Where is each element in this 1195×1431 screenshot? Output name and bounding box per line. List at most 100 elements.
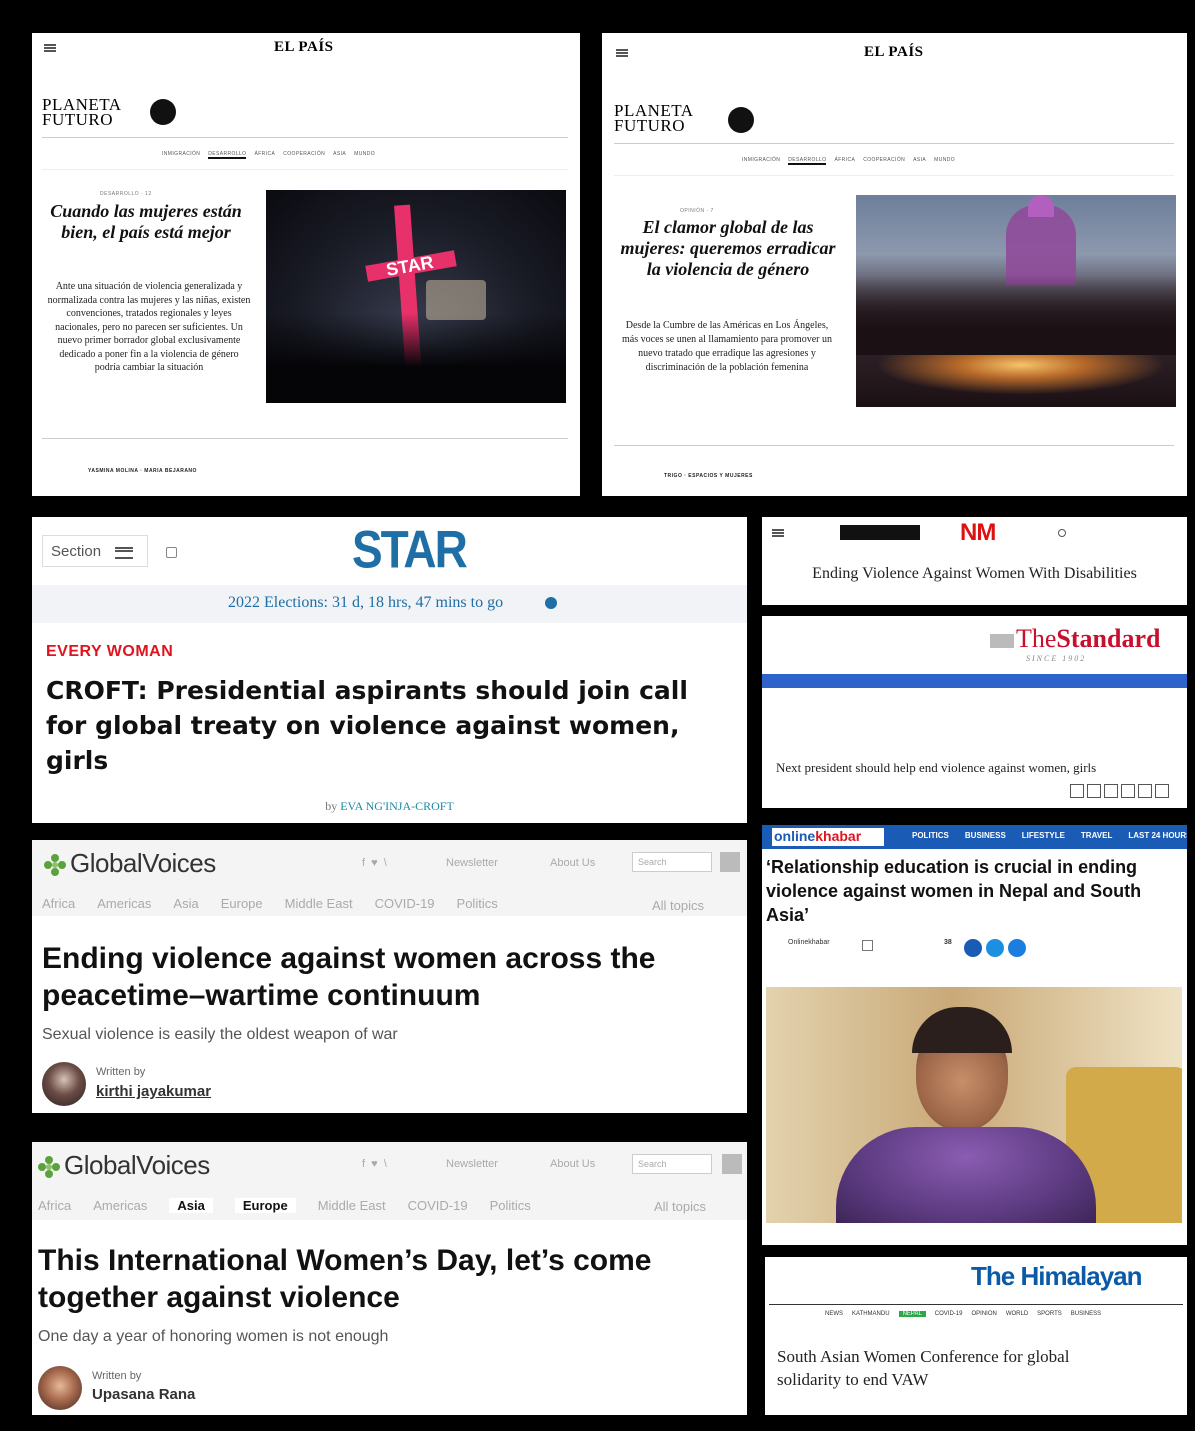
social-icons[interactable]: f ♥ \ xyxy=(362,1158,387,1170)
nav-item[interactable]: POLITICS xyxy=(912,831,949,840)
section-logo[interactable]: PLANETA FUTURO xyxy=(42,96,122,128)
globalvoices-logo[interactable]: GlobalVoices xyxy=(42,848,216,879)
nav-item-active[interactable]: NEPAL xyxy=(898,1311,926,1317)
nav-item[interactable]: COVID-19 xyxy=(935,1311,963,1317)
nav-item[interactable]: Americas xyxy=(93,1198,147,1213)
avatar[interactable] xyxy=(42,1062,86,1106)
menu-icon[interactable] xyxy=(616,49,628,57)
nav-item[interactable]: LAST 24 HOURS xyxy=(1128,831,1187,840)
standard-logo[interactable]: TheStandard xyxy=(990,624,1160,654)
share-icon[interactable] xyxy=(1104,784,1118,798)
nav-item[interactable]: Politics xyxy=(490,1198,531,1213)
headline[interactable]: Ending violence against women across the… xyxy=(42,940,722,1014)
nav-item[interactable]: Europe xyxy=(221,896,263,911)
nav-item[interactable]: MUNDO xyxy=(354,151,375,159)
menu-icon[interactable] xyxy=(772,529,784,537)
share-icon[interactable] xyxy=(1121,784,1135,798)
footer-tag[interactable]: TRIGO · ESPACIOS Y MUJERES xyxy=(664,473,753,479)
nav-item[interactable]: LIFESTYLE xyxy=(1022,831,1065,840)
nav-item[interactable]: COVID-19 xyxy=(375,896,435,911)
region-nav[interactable]: Africa Americas Asia Europe Middle East … xyxy=(38,1198,531,1213)
nav-item[interactable]: OPINION xyxy=(971,1311,996,1317)
search-icon[interactable] xyxy=(166,547,177,558)
all-topics-menu[interactable]: All topics xyxy=(652,898,704,913)
nav-item[interactable]: INMIGRACIÓN xyxy=(162,151,200,159)
nav-item[interactable]: Americas xyxy=(97,896,151,911)
byline-author[interactable]: EVA NG'INJA-CROFT xyxy=(340,799,454,813)
nav-item[interactable]: TRAVEL xyxy=(1081,831,1112,840)
section-nav[interactable]: INMIGRACIÓN DESARROLLO ÁFRICA COOPERACIÓ… xyxy=(742,157,955,165)
twitter-icon[interactable] xyxy=(986,939,1004,957)
nav-item[interactable]: Africa xyxy=(38,1198,71,1213)
headline[interactable]: El clamor global de las mujeres: queremo… xyxy=(616,217,840,280)
nav-item[interactable]: ASIA xyxy=(333,151,346,159)
nav-item[interactable]: Middle East xyxy=(318,1198,386,1213)
nav-item[interactable]: Asia xyxy=(173,896,198,911)
section-nav[interactable]: NEWS KATHMANDU NEPAL COVID-19 OPINION WO… xyxy=(825,1311,1101,1317)
section-button[interactable]: Section xyxy=(42,535,148,567)
nav-item[interactable]: KATHMANDU xyxy=(852,1311,890,1317)
messenger-icon[interactable] xyxy=(1008,939,1026,957)
section-logo[interactable]: PLANETA FUTURO xyxy=(614,102,694,134)
nav-item-active[interactable]: Europe xyxy=(234,1198,296,1213)
facebook-icon[interactable] xyxy=(964,939,982,957)
source-label[interactable]: Onlinekhabar xyxy=(788,939,830,946)
search-input[interactable]: Search xyxy=(632,852,712,872)
menu-icon[interactable] xyxy=(44,44,56,52)
nav-item[interactable]: ÁFRICA xyxy=(834,157,855,165)
social-icons[interactable]: f ♥ \ xyxy=(362,857,387,869)
nav-item[interactable]: Politics xyxy=(457,896,498,911)
headline[interactable]: This International Women’s Day, let’s co… xyxy=(38,1242,728,1316)
brand-logo[interactable]: EL PAÍS xyxy=(864,44,924,61)
nav-item[interactable]: COOPERACIÓN xyxy=(283,151,325,159)
search-input[interactable]: Search xyxy=(632,1154,712,1174)
onlinekhabar-logo[interactable]: onlinekhabar xyxy=(772,828,884,846)
subscribe-button[interactable] xyxy=(840,525,920,540)
nav-item[interactable]: BUSINESS xyxy=(965,831,1006,840)
search-icon[interactable] xyxy=(720,852,740,872)
headline[interactable]: CROFT: Presidential aspirants should joi… xyxy=(46,673,726,778)
headline[interactable]: Ending Violence Against Women With Disab… xyxy=(762,565,1187,583)
headline[interactable]: Cuando las mujeres están bien, el país e… xyxy=(46,201,246,243)
kicker[interactable]: EVERY WOMAN xyxy=(46,643,173,661)
himalayan-logo[interactable]: The Himalayan xyxy=(971,1261,1143,1292)
author-link[interactable]: kirthi jayakumar xyxy=(96,1083,211,1100)
about-menu[interactable]: About Us xyxy=(550,1158,595,1170)
election-bar[interactable]: 2022 Elections: 31 d, 18 hrs, 47 mins to… xyxy=(32,585,747,623)
nav-item[interactable]: COOPERACIÓN xyxy=(863,157,905,165)
globalvoices-logo[interactable]: GlobalVoices xyxy=(36,1150,210,1181)
nav-item[interactable]: DESARROLLO xyxy=(788,157,827,165)
section-nav[interactable]: INMIGRACIÓN DESARROLLO ÁFRICA COOPERACIÓ… xyxy=(162,151,375,159)
nav-item[interactable]: NEWS xyxy=(825,1311,843,1317)
author-link[interactable]: Upasana Rana xyxy=(92,1386,195,1403)
nav-item[interactable]: SPORTS xyxy=(1037,1311,1062,1317)
search-icon[interactable] xyxy=(722,1154,742,1174)
article-photo[interactable] xyxy=(766,987,1182,1223)
share-icons[interactable] xyxy=(964,939,1026,957)
article-photo[interactable] xyxy=(856,195,1176,407)
region-nav[interactable]: Africa Americas Asia Europe Middle East … xyxy=(42,896,498,911)
brand-logo[interactable]: EL PAÍS xyxy=(274,39,334,56)
nav-item[interactable]: Middle East xyxy=(285,896,353,911)
nav-item[interactable]: WORLD xyxy=(1006,1311,1028,1317)
nav-item[interactable]: COVID-19 xyxy=(408,1198,468,1213)
nav-item[interactable]: MUNDO xyxy=(934,157,955,165)
newsletter-menu[interactable]: Newsletter xyxy=(446,1158,498,1170)
star-logo[interactable]: STAR xyxy=(352,518,468,580)
nav-item[interactable]: INMIGRACIÓN xyxy=(742,157,780,165)
nm-logo[interactable]: NM xyxy=(960,519,996,547)
nav-item[interactable]: BUSINESS xyxy=(1071,1311,1101,1317)
avatar[interactable] xyxy=(38,1366,82,1410)
share-icon[interactable] xyxy=(1087,784,1101,798)
nav-item[interactable]: Africa xyxy=(42,896,75,911)
authors[interactable]: YASMINA MOLINA · MARIA BEJARANO xyxy=(88,468,197,474)
headline[interactable]: ‘Relationship education is crucial in en… xyxy=(766,855,1176,927)
nav-item[interactable]: DESARROLLO xyxy=(208,151,247,159)
section-nav[interactable]: POLITICS BUSINESS LIFESTYLE TRAVEL LAST … xyxy=(912,831,1187,840)
nav-item[interactable]: ASIA xyxy=(913,157,926,165)
nav-item[interactable]: ÁFRICA xyxy=(254,151,275,159)
headline[interactable]: South Asian Women Conference for global … xyxy=(777,1345,1137,1391)
headline[interactable]: Next president should help end violence … xyxy=(776,760,1096,776)
newsletter-menu[interactable]: Newsletter xyxy=(446,857,498,869)
all-topics-menu[interactable]: All topics xyxy=(654,1199,706,1214)
